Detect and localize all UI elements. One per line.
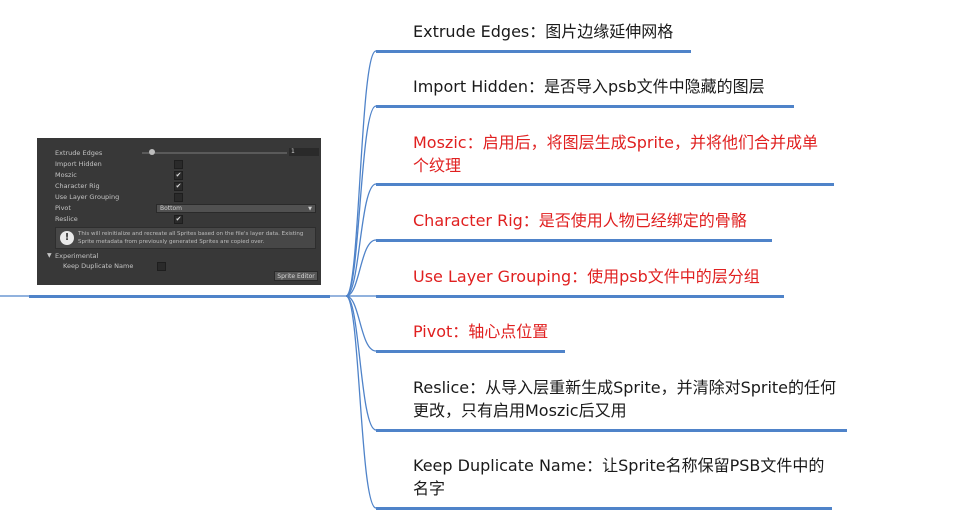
node-reslice: Reslice：从导入层重新生成Sprite，并清除对Sprite的任何更改，只… <box>413 378 837 420</box>
reslice-label: Reslice <box>55 215 78 223</box>
info-help-box: ! This will reinitialize and recreate al… <box>55 227 316 249</box>
chevron-down-icon: ▼ <box>308 206 312 212</box>
experimental-label: Experimental <box>55 252 99 260</box>
node-underline <box>376 295 784 298</box>
node-underline <box>376 429 847 432</box>
moszic-label: Moszic <box>55 171 77 179</box>
node-underline <box>376 507 832 510</box>
pivot-dropdown[interactable]: Bottom ▼ <box>156 204 316 213</box>
inspector-panel-screenshot: Extrude Edges 1 Import Hidden Moszic ✔ C… <box>37 138 321 285</box>
extrude-edges-slider-track[interactable] <box>142 152 287 154</box>
import-hidden-label: Import Hidden <box>55 160 102 168</box>
node-underline <box>376 239 772 242</box>
triangle-down-icon: ▼ <box>47 252 52 259</box>
root-node-underline <box>29 295 330 298</box>
sprite-editor-button[interactable]: Sprite Editor <box>274 271 318 281</box>
extrude-edges-label: Extrude Edges <box>55 149 103 157</box>
node-keep-duplicate-name: Keep Duplicate Name：让Sprite名称保留PSB文件中的名字 <box>413 456 825 498</box>
extrude-edges-slider-handle[interactable] <box>149 149 156 155</box>
pivot-dropdown-value: Bottom <box>160 205 183 212</box>
node-underline <box>376 183 834 186</box>
use-layer-grouping-checkbox[interactable] <box>174 193 183 202</box>
keep-duplicate-checkbox[interactable] <box>157 262 166 271</box>
import-hidden-checkbox[interactable] <box>174 160 183 169</box>
branch-connector-2 <box>345 183 377 297</box>
keep-duplicate-label: Keep Duplicate Name <box>63 262 134 270</box>
use-layer-grouping-label: Use Layer Grouping <box>55 193 120 201</box>
node-pivot: Pivot：轴心点位置 <box>413 322 549 341</box>
node-underline <box>376 105 794 108</box>
node-use-layer-grouping: Use Layer Grouping：使用psb文件中的层分组 <box>413 267 760 286</box>
character-rig-checkbox[interactable]: ✔ <box>174 182 183 191</box>
node-import-hidden: Import Hidden：是否导入psb文件中隐藏的图层 <box>413 77 765 96</box>
node-character-rig: Character Rig：是否使用人物已经绑定的骨骼 <box>413 211 747 230</box>
info-message: This will reinitialize and recreate all … <box>78 231 304 245</box>
node-extrude-edges: Extrude Edges：图片边缘延伸网格 <box>413 22 674 41</box>
reslice-checkbox[interactable]: ✔ <box>174 215 183 224</box>
node-underline <box>376 50 691 53</box>
node-underline <box>376 350 565 353</box>
extrude-edges-value-field[interactable]: 1 <box>289 148 319 156</box>
node-moszic: Moszic：启用后，将图层生成Sprite，并将他们合并成单个纹理 <box>413 133 819 175</box>
branch-connector-0 <box>345 50 377 297</box>
moszic-checkbox[interactable]: ✔ <box>174 171 183 180</box>
info-icon: ! <box>60 231 74 245</box>
pivot-label: Pivot <box>55 204 71 212</box>
character-rig-label: Character Rig <box>55 182 100 190</box>
